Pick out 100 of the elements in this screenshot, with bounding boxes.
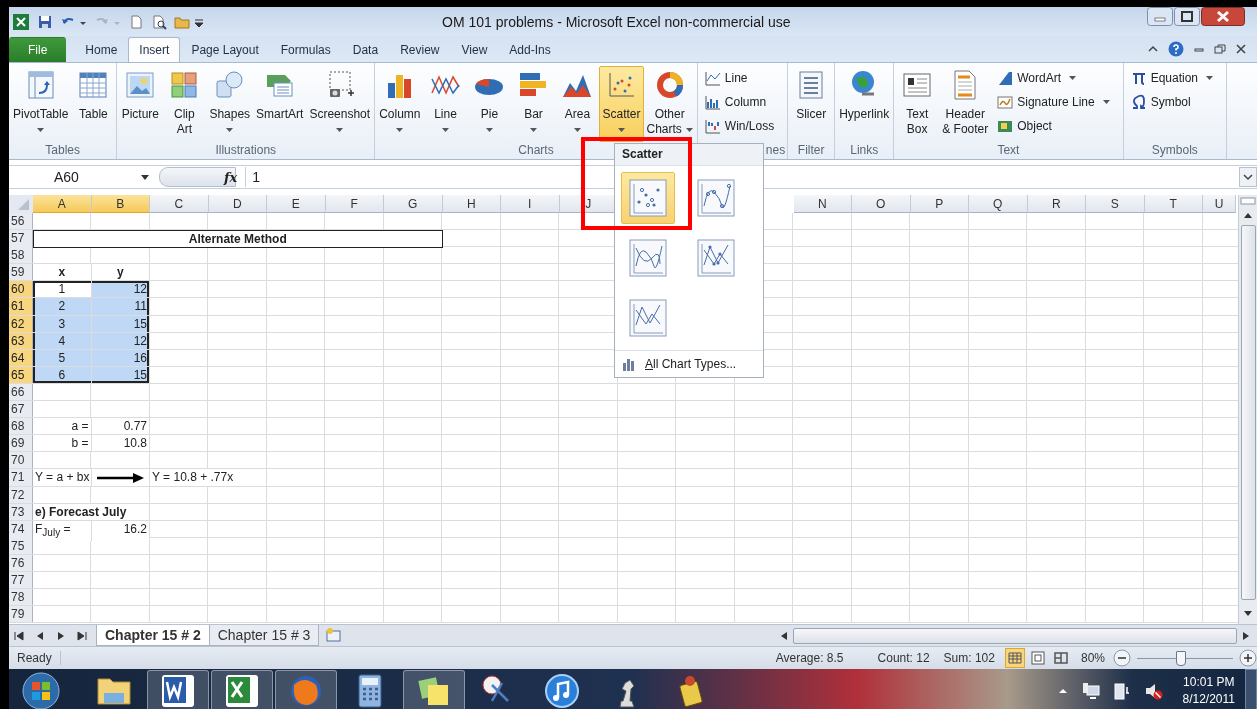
taskbar-button[interactable] <box>211 670 273 709</box>
zoom-slider-thumb[interactable] <box>1176 650 1187 666</box>
sheet-heading[interactable]: R <box>1027 195 1086 213</box>
caret-icon[interactable] <box>442 128 449 132</box>
ribbon-button[interactable]: Text Box <box>895 66 940 142</box>
caret-icon[interactable] <box>336 128 344 132</box>
network-icon[interactable] <box>1080 682 1101 700</box>
caret-icon[interactable] <box>530 128 537 132</box>
ribbon-button[interactable]: Bar <box>511 66 556 142</box>
scroll-down-icon[interactable] <box>1243 610 1253 618</box>
caret-icon[interactable] <box>1102 100 1110 104</box>
ribbon-tab[interactable]: Add-Ins <box>498 37 562 62</box>
sheet-heading[interactable]: S <box>1086 195 1145 213</box>
sheet-heading[interactable]: Q <box>969 195 1028 213</box>
sheet-heading[interactable]: B <box>91 195 150 213</box>
sheet-heading[interactable]: D <box>208 195 267 213</box>
close-icon[interactable] <box>1235 43 1247 55</box>
row-number[interactable]: 59 <box>9 264 33 281</box>
sheet-heading[interactable]: A <box>33 195 92 213</box>
row-number[interactable]: 65 <box>9 366 33 383</box>
caret-icon[interactable] <box>37 128 45 132</box>
ribbon-button[interactable]: Equation <box>1130 68 1213 88</box>
row-number[interactable]: 58 <box>9 247 33 264</box>
sheet-tab[interactable]: Chapter 15 # 3 <box>208 625 320 646</box>
ribbon-button[interactable]: Table <box>71 66 116 142</box>
restore-button[interactable] <box>1174 7 1200 26</box>
sheet-tab[interactable]: Chapter 15 # 2 <box>96 625 210 646</box>
ribbon-button[interactable]: Symbol <box>1130 92 1213 112</box>
sheet-heading[interactable]: H <box>442 195 501 213</box>
ribbon-button[interactable]: Column <box>376 66 424 142</box>
zoom-level[interactable]: 80% <box>1080 651 1105 665</box>
ribbon-button[interactable]: Picture <box>118 66 163 142</box>
caret-icon[interactable] <box>574 128 581 132</box>
ribbon-tab[interactable]: Insert <box>128 37 181 62</box>
ribbon-button[interactable]: Line <box>704 68 775 88</box>
normal-view-icon[interactable] <box>1004 648 1025 668</box>
sheet-heading[interactable]: E <box>267 195 326 213</box>
function-button[interactable]: fx <box>216 169 246 185</box>
ribbon-tab[interactable]: View <box>450 37 499 62</box>
close-button[interactable] <box>1201 7 1245 26</box>
taskbar-button[interactable] <box>147 670 209 709</box>
last-sheet-icon[interactable] <box>76 629 88 642</box>
caret-icon[interactable] <box>226 128 234 132</box>
clock-date[interactable]: 8/12/2011 <box>1182 691 1235 708</box>
restore-icon[interactable] <box>1214 43 1226 55</box>
ribbon-button[interactable]: Clip Art <box>162 66 207 142</box>
caret-icon[interactable] <box>1206 76 1213 80</box>
sheet-heading[interactable]: T <box>1144 195 1203 213</box>
sheet-heading[interactable]: F <box>325 195 384 213</box>
row-number[interactable]: 67 <box>9 401 33 418</box>
sheet-heading[interactable]: G <box>384 195 443 213</box>
ribbon-button[interactable]: WordArt <box>997 68 1110 88</box>
row-number[interactable]: 62 <box>9 315 33 332</box>
ribbon-button[interactable]: Hyperlink <box>836 66 893 142</box>
ribbon-button[interactable]: Column <box>704 92 775 112</box>
scroll-thumb[interactable] <box>1240 225 1256 600</box>
ribbon-button[interactable]: Shapes <box>206 66 254 142</box>
save-icon[interactable] <box>37 13 53 30</box>
scroll-right-icon[interactable] <box>1241 630 1251 641</box>
print-preview-icon[interactable] <box>151 13 167 30</box>
ribbon-button[interactable]: SmartArt <box>253 66 307 142</box>
sheet-heading[interactable]: O <box>852 195 911 213</box>
row-number[interactable]: 57 <box>9 230 33 249</box>
row-number[interactable]: 77 <box>9 571 33 589</box>
row-number[interactable]: 73 <box>9 503 33 520</box>
ribbon-button[interactable]: Header & Footer <box>939 66 992 142</box>
row-number[interactable]: 72 <box>9 486 33 503</box>
vertical-scrollbar[interactable] <box>1238 195 1257 624</box>
caret-icon[interactable] <box>486 128 493 132</box>
ribbon-tab[interactable]: Data <box>341 37 390 62</box>
file-tab[interactable]: File <box>9 37 67 62</box>
ribbon-button[interactable]: Screenshot <box>306 66 374 142</box>
ribbon-button[interactable]: Pie <box>467 66 512 142</box>
ribbon-button[interactable]: Slicer <box>789 66 834 142</box>
row-number[interactable]: 71 <box>9 469 33 486</box>
sheet-heading[interactable]: P <box>910 195 969 213</box>
scroll-up-icon[interactable] <box>1243 211 1253 219</box>
row-number[interactable]: 60 <box>9 281 33 298</box>
sheet-heading[interactable]: I <box>501 195 560 213</box>
row-number[interactable]: 64 <box>9 349 33 366</box>
clock-time[interactable]: 10:01 PM <box>1183 674 1235 691</box>
row-number[interactable]: 78 <box>9 589 33 606</box>
row-number[interactable]: 69 <box>9 435 33 452</box>
menu-item[interactable]: All Chart Types... <box>645 357 737 371</box>
row-number[interactable]: 68 <box>9 418 33 435</box>
ribbon-button[interactable]: Scatter <box>599 66 644 142</box>
help-icon[interactable] <box>1168 41 1184 57</box>
zoom-in-button[interactable] <box>1239 649 1257 667</box>
battery-icon[interactable] <box>1112 681 1131 701</box>
row-number[interactable]: 63 <box>9 332 33 349</box>
caret-icon[interactable] <box>1069 76 1077 80</box>
row-number[interactable]: 79 <box>9 606 33 623</box>
sheet-heading[interactable]: U <box>1203 195 1236 213</box>
ribbon-button[interactable]: Object <box>997 116 1110 136</box>
zoom-out-button[interactable] <box>1113 649 1131 667</box>
ribbon-tab[interactable]: Formulas <box>269 37 342 62</box>
document-icon[interactable] <box>128 13 144 30</box>
expand-icon[interactable] <box>1239 167 1257 187</box>
ribbon-tab[interactable]: Page Layout <box>180 37 270 62</box>
sheet-heading[interactable]: N <box>793 195 852 213</box>
